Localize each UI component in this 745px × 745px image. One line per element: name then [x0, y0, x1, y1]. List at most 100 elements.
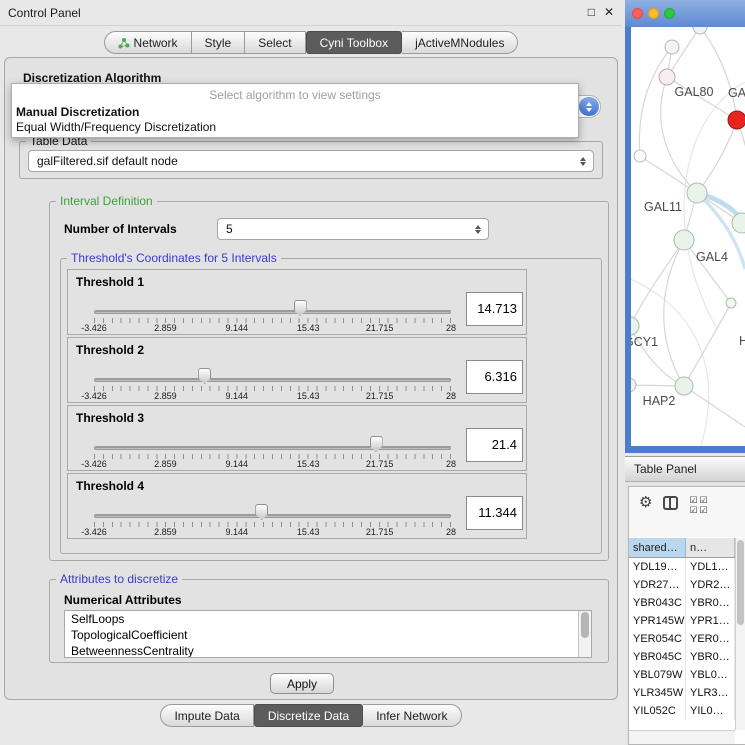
close-window-icon[interactable]: ✕ [604, 5, 614, 19]
threshold-panel-1: Threshold 1 -3.4262.8599.14415.4321.71528… [67, 269, 527, 335]
interval-definition-label: Interval Definition [56, 194, 157, 208]
mac-minimize-button[interactable] [648, 8, 659, 19]
attribute-list-item[interactable]: TopologicalCoefficient [65, 627, 591, 643]
network-node[interactable] [728, 111, 745, 129]
table-scrollbar[interactable] [735, 538, 745, 730]
threshold-panel-2: Threshold 2-3.4262.8599.14415.4321.71528… [67, 337, 527, 403]
num-intervals-value: 5 [226, 222, 470, 236]
algorithm-dropdown: Select algorithm to view settings Manual… [11, 83, 579, 138]
table-row[interactable]: YBR045CYBR0… [629, 648, 735, 666]
threshold-slider-track[interactable] [94, 310, 451, 314]
cyni-toolbox-content: Discretization Algorithm Select algorith… [4, 57, 618, 700]
node-label-gal80: GAL80 [675, 85, 714, 99]
network-node-gal11[interactable] [687, 183, 707, 203]
scale-label: -3.426 [81, 459, 107, 469]
column-header-2[interactable]: n… [686, 538, 735, 557]
network-node[interactable] [634, 150, 646, 162]
network-node[interactable] [726, 298, 736, 308]
checkbox-icon[interactable]: ☑ [689, 495, 699, 505]
threshold-slider-track[interactable] [94, 446, 451, 450]
network-node-hap2[interactable] [675, 377, 693, 395]
tab-network[interactable]: Network [104, 31, 192, 54]
tab-label: Network [134, 36, 178, 50]
network-node-gcy1[interactable] [631, 317, 639, 335]
table-row[interactable]: YIL052CYIL0… [629, 702, 735, 720]
combobox-arrows-icon [579, 97, 599, 116]
slider-scale-labels: -3.4262.8599.14415.4321.71528 [94, 323, 451, 334]
list-scrollbar-thumb[interactable] [581, 612, 589, 638]
numerical-attributes-list: SelfLoopsTopologicalCoefficientBetweenne… [64, 610, 592, 658]
scale-label: 21.715 [366, 323, 394, 333]
tab-label: Infer Network [376, 709, 447, 723]
node-label-gal11: GAL11 [644, 200, 682, 214]
threshold-label: Threshold 1 [76, 275, 144, 289]
threshold-slider-track[interactable] [94, 378, 451, 382]
threshold-value-field[interactable]: 6.316 [466, 360, 523, 394]
node-label-h: H [739, 334, 745, 348]
table-data-select[interactable]: galFiltered.sif default node [28, 150, 594, 172]
scale-label: 28 [446, 459, 456, 469]
num-intervals-select[interactable]: 5 [217, 218, 489, 240]
tab-discretize-data[interactable]: Discretize Data [254, 704, 363, 727]
node-label-ga: GA [728, 86, 745, 100]
checkbox-icon[interactable]: ☑ [699, 505, 709, 515]
thresholds-group: Threshold's Coordinates for 5 Intervals … [60, 258, 602, 554]
table-data-group: Table Data galFiltered.sif default node [19, 141, 603, 179]
table-cell: YBR0… [686, 594, 735, 612]
threshold-value-field[interactable]: 11.344 [466, 496, 523, 530]
table-row[interactable]: YLR345WYLR3… [629, 684, 735, 702]
scale-label: 28 [446, 391, 456, 401]
table-cell: YDR27… [629, 576, 686, 594]
table-row[interactable]: YDL19…YDL1… [629, 558, 735, 576]
network-nodes: GAL80GAGAL11GAL4GCY1HHAP2 [631, 27, 745, 408]
list-scrollbar[interactable] [578, 611, 591, 657]
table-panel: ⚙ ☑☑☑☑ shared…n… YDL19…YDL1…YDR27…YDR2…Y… [625, 482, 745, 745]
mac-zoom-button[interactable] [664, 8, 675, 19]
attribute-list-item[interactable]: SelfLoops [65, 611, 591, 627]
gear-icon[interactable]: ⚙ [639, 495, 652, 511]
checkbox-icon[interactable]: ☑ [699, 495, 709, 505]
attributes-group: Attributes to discretize Numerical Attri… [49, 579, 609, 663]
table-row[interactable]: YPR145WYPR1… [629, 612, 735, 630]
table-cell: YIL0… [686, 702, 735, 720]
slider-scale-labels: -3.4262.8599.14415.4321.71528 [94, 459, 451, 470]
threshold-value-field[interactable]: 14.713 [466, 292, 523, 326]
network-node[interactable] [732, 213, 745, 233]
threshold-value-field[interactable]: 21.4 [466, 428, 523, 462]
network-node-gal4[interactable] [674, 230, 694, 250]
interval-definition-group: Interval Definition Number of Intervals … [49, 201, 609, 561]
tab-select[interactable]: Select [245, 31, 305, 54]
tab-infer-network[interactable]: Infer Network [363, 704, 461, 727]
column-check-icons[interactable]: ☑☑☑☑ [689, 495, 709, 515]
float-window-icon[interactable]: □ [588, 5, 595, 19]
table-scrollbar-thumb[interactable] [737, 540, 744, 625]
scale-label: 21.715 [366, 391, 394, 401]
table-row[interactable]: YBL079WYBL0… [629, 666, 735, 684]
dropdown-option-equal-width-frequency[interactable]: Equal Width/Frequency Discretization [12, 120, 578, 135]
mac-close-button[interactable] [632, 8, 643, 19]
table-row[interactable]: YER054CYER0… [629, 630, 735, 648]
column-header-1[interactable]: shared… [629, 538, 686, 557]
network-canvas[interactable]: GAL80GAGAL11GAL4GCY1HHAP2 [631, 27, 745, 446]
spinner-icon [470, 225, 485, 234]
table-row[interactable]: YDR27…YDR2… [629, 576, 735, 594]
table-horizontal-scrollbar[interactable] [629, 730, 735, 744]
table-row[interactable]: YBR043CYBR0… [629, 594, 735, 612]
columns-icon[interactable] [663, 496, 678, 510]
tab-style[interactable]: Style [192, 31, 246, 54]
network-node[interactable] [631, 378, 636, 392]
apply-button[interactable]: Apply [270, 673, 334, 694]
dropdown-option-manual-discretization[interactable]: Manual Discretization [12, 105, 578, 120]
tab-cyni-toolbox[interactable]: Cyni Toolbox [306, 31, 402, 54]
tab-jactivemnodules[interactable]: jActiveMNodules [402, 31, 518, 54]
network-node[interactable] [665, 40, 679, 54]
checkbox-icon[interactable]: ☑ [689, 505, 699, 515]
scale-label: 9.144 [226, 391, 249, 401]
tab-impute-data[interactable]: Impute Data [160, 704, 253, 727]
network-node-gal80[interactable] [659, 69, 675, 85]
scale-label: 21.715 [366, 527, 394, 537]
threshold-label: Threshold 2 [76, 343, 144, 357]
slider-scale-labels: -3.4262.8599.14415.4321.71528 [94, 527, 451, 538]
threshold-slider-track[interactable] [94, 514, 451, 518]
attribute-list-item[interactable]: BetweennessCentrality [65, 643, 591, 658]
